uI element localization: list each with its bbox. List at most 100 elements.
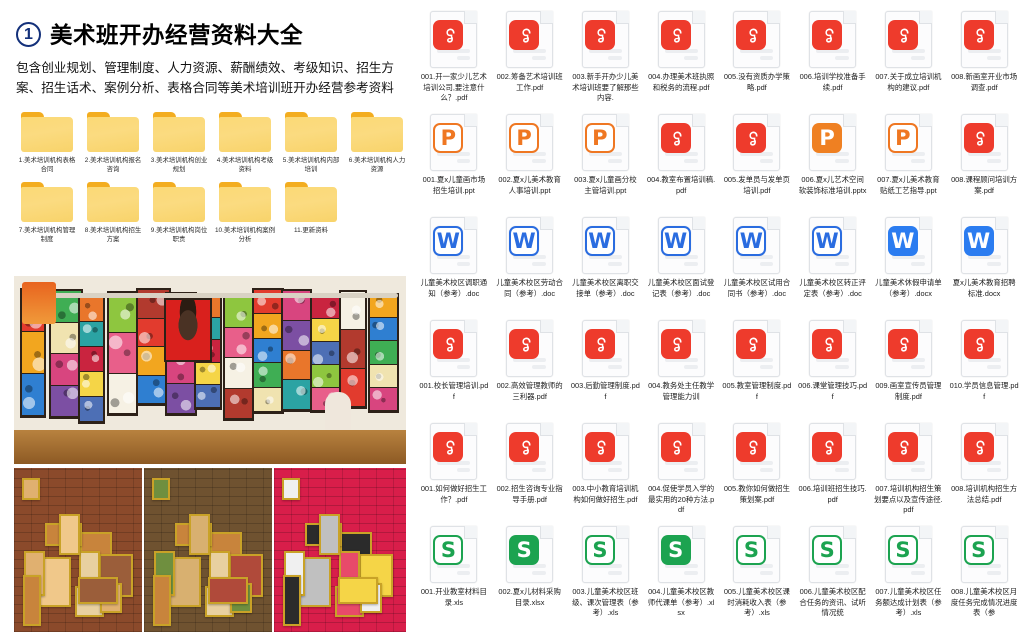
file-label: 005.发单员与发单页培训.pdf (723, 175, 790, 195)
excel-filled-icon: S (660, 535, 691, 565)
folder-label: 1.美术培训机构表格合同 (18, 157, 76, 173)
folder-item[interactable]: 10.美术培训机构案例分析 (212, 182, 278, 244)
file-item[interactable]: W 夏x儿美术教育招聘标准.docx (946, 214, 1022, 317)
file-item[interactable]: 006.课堂管理技巧.pdf (795, 317, 871, 420)
file-item[interactable]: 006.培训学校准备手续.pdf (795, 8, 871, 111)
file-item[interactable]: W 儿童美术校区转正评定表（参考）.doc (795, 214, 871, 317)
file-item[interactable]: 010.学员信息管理.pdf (946, 317, 1022, 420)
file-item[interactable]: S 003.儿童美术校区班级、课次管理表（参考）.xls (568, 523, 644, 630)
file-item[interactable]: 007.培训机构招生策划要点以及宣传途径.pdf (871, 420, 947, 523)
file-thumbnail (960, 114, 1008, 171)
folder-item[interactable]: 6.美术培训机构人力资源 (344, 112, 410, 174)
file-label: 006.培训班招生技巧.pdf (798, 484, 867, 504)
file-item[interactable]: 003.新手开办少儿美术培训班要了解那些内容. (568, 8, 644, 111)
file-thumbnail (733, 114, 781, 171)
subtitle-text: 包含创业规划、管理制度、人力资源、薪酬绩效、考级知识、招生方案、招生话术、案例分… (16, 61, 394, 95)
file-item[interactable]: W 儿童美术校区试用合同书（参考）.doc (719, 214, 795, 317)
file-item[interactable]: S 004.儿童美术校区教师代课单（参考）.xlsx (643, 523, 719, 630)
folder-item[interactable]: 8.美术培训机构招生方案 (80, 182, 146, 244)
file-label: 001.校长管理培训.pdf (419, 381, 489, 401)
collage-photo-right (274, 468, 406, 632)
file-item[interactable]: S 002.夏x儿材料采购目录.xlsx (492, 523, 568, 630)
file-item[interactable]: W 儿童美术校区面试登记表（参考）.doc (643, 214, 719, 317)
folder-label: 2.美术培训机构报名咨询 (84, 157, 142, 173)
file-label: 003.夏x儿童画分校主管培训.ppt (574, 175, 637, 195)
file-item[interactable]: P 001.夏x儿童画市场招生培训.ppt (416, 111, 492, 214)
file-item[interactable]: W 儿童美术休假申请单（参考）.docx (871, 214, 947, 317)
file-item[interactable]: W 儿童美术校区离职交接单（参考）.doc (568, 214, 644, 317)
file-thumbnail: S (809, 526, 857, 583)
file-item[interactable]: W 儿童美术校区劳动合同（参考）.doc (492, 214, 568, 317)
file-label: 夏x儿美术教育招聘标准.docx (952, 278, 1016, 298)
folder-item[interactable]: 3.美术培训机构创业规划 (146, 112, 212, 174)
file-item[interactable]: 007.关于成立培训机构的建议.pdf (871, 8, 947, 111)
folder-item[interactable]: 11.更新资料 (278, 182, 344, 244)
file-item[interactable]: S 001.开业教室材料目录.xls (416, 523, 492, 630)
file-item[interactable]: P 007.夏x儿美术教育贴纸工艺指导.ppt (871, 111, 947, 214)
file-item[interactable]: P 002.夏x儿美术教育人事培训.ppt (492, 111, 568, 214)
file-label: 001.如何做好招生工作？.pdf (420, 484, 487, 504)
file-item[interactable]: S 008.儿童美术校区月度任务完成情况进度表（参 (946, 523, 1022, 630)
file-item[interactable]: 005.没有资质办学策略.pdf (719, 8, 795, 111)
folder-item[interactable]: 1.美术培训机构表格合同 (14, 112, 80, 174)
folder-label: 10.美术培训机构案例分析 (214, 227, 275, 243)
file-thumbnail: W (960, 217, 1008, 274)
folder-label: 8.美术培训机构招生方案 (84, 227, 142, 243)
file-item[interactable]: 004.办理美术班执照和税务的流程.pdf (643, 8, 719, 111)
file-item[interactable]: 002.招生咨询专业指导手册.pdf (492, 420, 568, 523)
file-item[interactable]: S 007.儿童美术校区任务额达成计划表（参考）.xls (871, 523, 947, 630)
folder-item[interactable]: 2.美术培训机构报名咨询 (80, 112, 146, 174)
file-thumbnail (809, 320, 857, 377)
file-thumbnail: W (430, 217, 478, 274)
file-label: 004.儿童美术校区教师代课单（参考）.xlsx (647, 587, 715, 617)
file-item[interactable]: W 儿童美术校区调职通知（参考）.doc (416, 214, 492, 317)
display-shelf (14, 430, 406, 464)
file-item[interactable]: P 003.夏x儿童画分校主管培训.ppt (568, 111, 644, 214)
title-text: 美术班开办经营资料大全 (50, 23, 304, 48)
pdf-icon (660, 432, 691, 462)
file-item[interactable]: 004.教务处主任教学管理能力训 (643, 317, 719, 420)
file-thumbnail (430, 423, 478, 480)
file-item[interactable]: 004.促使学员入学的最实用的20种方法.pdf (643, 420, 719, 523)
file-item[interactable]: S 006.儿童美术校区配合任务的资讯、试听情况统 (795, 523, 871, 630)
folder-icon (21, 112, 73, 152)
file-item[interactable]: 001.校长管理培训.pdf (416, 317, 492, 420)
file-item[interactable]: 008.课程顾问培训方案.pdf (946, 111, 1022, 214)
file-item[interactable]: 003.后勤管理制度.pdf (568, 317, 644, 420)
ceiling-pipe (53, 292, 399, 298)
folder-item[interactable]: 4.美术培训机构考级资料 (212, 112, 278, 174)
file-item[interactable]: 004.教室布置培训稿.pdf (643, 111, 719, 214)
file-thumbnail (506, 11, 554, 68)
file-item[interactable]: 002.高效管理教师的三利器.pdf (492, 317, 568, 420)
file-item[interactable]: 001.如何做好招生工作？.pdf (416, 420, 492, 523)
file-item[interactable]: 009.画室宣传员管理制度.pdf (871, 317, 947, 420)
file-label: 003.儿童美术校区班级、课次管理表（参考）.xls (572, 587, 639, 617)
file-item[interactable]: 005.教室管理制度.pdf (719, 317, 795, 420)
collage-photo-middle (144, 468, 272, 632)
folder-item[interactable]: 5.美术培训机构内部培训 (278, 112, 344, 174)
file-row: S 001.开业教室材料目录.xls S 002.夏x儿材料采购目录.xlsx S 003… (416, 523, 1022, 630)
file-item[interactable]: 001.开一家少儿艺术培训公司,要注意什么？.pdf (416, 8, 492, 111)
file-thumbnail: W (733, 217, 781, 274)
file-item[interactable]: S 005.儿童美术校区课时消耗收入表（参考）.xls (719, 523, 795, 630)
pdf-icon (812, 20, 843, 50)
file-item[interactable]: 008.培训机构招生方法总结.pdf (946, 420, 1022, 523)
file-item[interactable]: 008.新画室开业市场调查.pdf (946, 8, 1022, 111)
pdf-icon (887, 432, 918, 462)
excel-icon: S (963, 535, 994, 565)
pdf-icon (963, 329, 994, 359)
file-item[interactable]: 005.教你如何做招生策划案.pdf (719, 420, 795, 523)
file-thumbnail (581, 11, 629, 68)
file-thumbnail (809, 11, 857, 68)
file-item[interactable]: 003.中小教育培训机构如何做好招生.pdf (568, 420, 644, 523)
file-row: 001.校长管理培训.pdf 002.高效管理教师的三利器.pdf 003.后勤管理… (416, 317, 1022, 420)
file-item[interactable]: 002.筹备艺术培训班工作.pdf (492, 8, 568, 111)
file-item[interactable]: P 006.夏x儿艺术空间软装饰标准培训.pptx (795, 111, 871, 214)
folder-item[interactable]: 7.美术培训机构管理制度 (14, 182, 80, 244)
file-label: 009.画室宣传员管理制度.pdf (875, 381, 942, 401)
file-item[interactable]: 005.发单员与发单页培训.pdf (719, 111, 795, 214)
folder-item[interactable]: 9.美术培训机构岗位职责 (146, 182, 212, 244)
file-row: 001.开一家少儿艺术培训公司,要注意什么？.pdf 002.筹备艺术培训班工作.… (416, 8, 1022, 111)
folder-row-1: 1.美术培训机构表格合同 2.美术培训机构报名咨询 3.美术培训机构创业规划 4.美术… (14, 112, 410, 174)
file-item[interactable]: 006.培训班招生技巧.pdf (795, 420, 871, 523)
